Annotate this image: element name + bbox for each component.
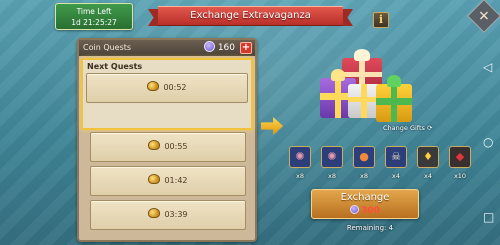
reward-slot[interactable]: ◆ [449,146,471,168]
system-nav-bar: ◁ ○ □ [478,40,500,245]
next-quest-slot[interactable]: 00:52 [86,73,248,103]
close-icon: ✕ [478,7,490,24]
quest-timer: 03:39 [164,210,188,219]
quest-timer: 00:55 [164,142,188,151]
android-back-icon[interactable]: ◁ [483,60,492,74]
reward-slot[interactable]: ☠ [385,146,407,168]
red-gem-icon: ◆ [455,150,465,163]
change-gifts-button[interactable]: Change Gifts ⟳ [383,124,432,132]
refresh-icon: ⟳ [426,124,433,132]
reward-slot[interactable]: ♦ [417,146,439,168]
quest-slot[interactable]: 00:55 [90,132,246,162]
exchange-label: Exchange [340,192,390,203]
exchange-cost: 300 [312,205,418,217]
android-home-icon[interactable]: ○ [483,135,493,149]
reward-qty: x8 [360,172,368,180]
orb-icon: ● [359,150,369,163]
gold-pouch-icon: ♦ [423,150,433,163]
quest-timer: 00:52 [163,83,187,92]
time-left-value: 1d 21:25:27 [71,18,117,27]
next-quests-label: Next Quests [87,62,143,71]
quest-slot[interactable]: 03:39 [90,200,246,230]
page-title: Exchange Extravaganza [158,6,343,26]
reward-qty: x8 [328,172,336,180]
coin-icon [203,41,215,52]
time-left-label: Time Left [76,7,112,16]
gift-boxes [318,48,418,124]
quest-scroll-icon [148,174,161,184]
quest-scroll-icon [147,81,160,91]
remaining-count: Remaining: 4 [346,224,394,232]
reward-slot[interactable]: ● [353,146,375,168]
next-quest-box: Next Quests 00:52 ︿︿ [81,58,253,147]
quest-scroll-icon [148,208,161,218]
reward-qty: x10 [453,172,467,180]
reward-slot[interactable]: ✺ [289,146,311,168]
info-icon[interactable]: i [373,12,389,28]
panel-header: Coin Quests 160 + [79,40,255,56]
coin-balance: 160 [203,41,235,55]
coin-icon [350,205,360,214]
reward-qty: x4 [392,172,400,180]
yellow-gift-icon [376,75,412,122]
panel-title: Coin Quests [83,43,132,52]
quest-scroll-icon [148,140,161,150]
monster-skull-icon: ☠ [391,150,401,163]
quest-slot[interactable]: 01:42 [90,166,246,196]
reward-qty: x8 [296,172,304,180]
exchange-button[interactable]: Exchange 300 [311,189,419,219]
coin-quests-panel: Coin Quests 160 + Next Quests 00:52 ︿︿ 0… [77,38,257,242]
add-coins-button[interactable]: + [240,42,252,54]
brain-icon: ✺ [295,150,305,163]
android-recents-icon[interactable]: □ [483,210,494,224]
quest-timer: 01:42 [164,176,188,185]
reward-slot[interactable]: ✺ [321,146,343,168]
time-left-badge: Time Left 1d 21:25:27 [55,3,133,30]
brain-icon: ✺ [327,150,337,163]
reward-qty: x4 [424,172,432,180]
title-ribbon: Exchange Extravaganza [148,6,353,28]
